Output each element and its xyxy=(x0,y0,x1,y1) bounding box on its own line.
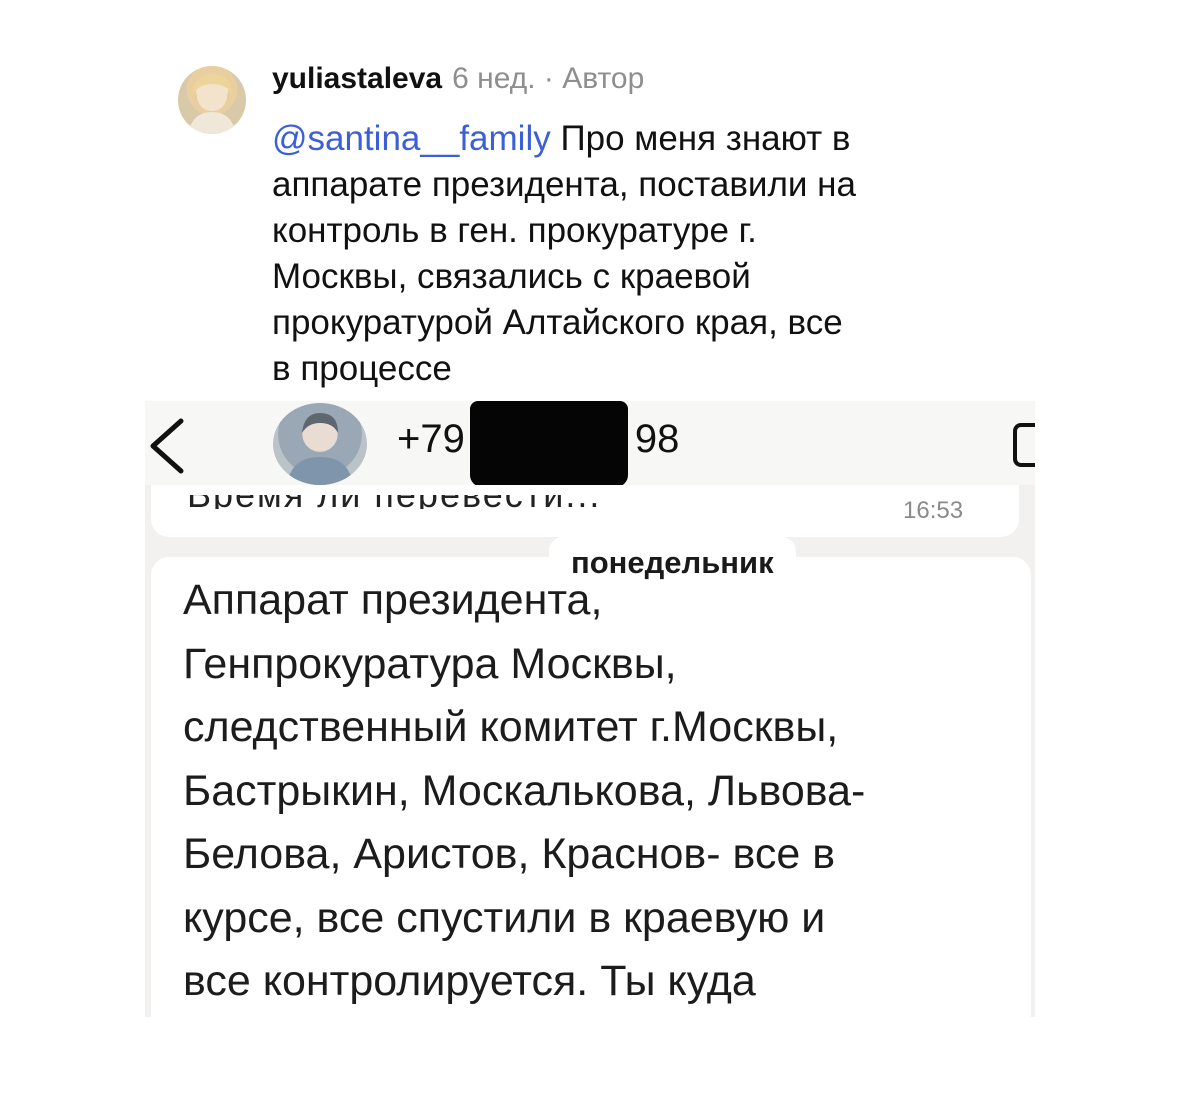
message-text: Аппарат президента, Генпрокуратура Москв… xyxy=(183,569,1023,1014)
previous-message-bubble xyxy=(151,485,1019,537)
chat-screenshot: +7998 Время ли перевести... 16:53 понеде… xyxy=(145,401,1035,1017)
previous-message-text: Время ли перевести... xyxy=(187,495,717,509)
comment-line: аппарате президента, поставили на xyxy=(272,165,856,204)
message-line: Белова, Аристов, Краснов- все в xyxy=(183,830,836,878)
comment-meta: 6 нед. · Автор xyxy=(452,62,645,95)
message-line: Аппарат президента, xyxy=(183,576,603,624)
comment-text: @santina__family Про меня знают в аппара… xyxy=(272,116,1012,392)
comment-line: в процессе xyxy=(272,349,452,388)
chevron-left-icon[interactable] xyxy=(145,413,189,479)
comment-header: yuliastaleva 6 нед. · Автор xyxy=(272,62,644,106)
comment-line: @santina__family Про меня знают в xyxy=(272,116,1012,162)
message-line: Бастрыкин, Москалькова, Львова- xyxy=(183,766,866,815)
comment-line-text: Про меня знают в xyxy=(550,119,851,158)
comment-line: контроль в ген. прокуратуре г. xyxy=(272,211,757,250)
commenter-avatar[interactable] xyxy=(178,66,246,134)
message-line: следственный комитет г.Москвы, xyxy=(183,703,839,751)
chat-header: +79 98 xyxy=(145,401,1035,487)
comment-mention[interactable]: @santina__family xyxy=(272,119,551,158)
video-call-icon[interactable] xyxy=(1013,423,1035,467)
previous-message-time: 16:53 xyxy=(903,497,964,524)
redaction-block xyxy=(470,401,628,487)
comment-line: Москвы, связались с краевой xyxy=(272,257,751,296)
chat-contact-avatar[interactable] xyxy=(273,403,367,485)
instagram-comment: yuliastaleva 6 нед. · Автор @santina__fa… xyxy=(0,0,1179,400)
message-line: все контролируется. Ты куда xyxy=(183,957,756,1005)
phone-visible-end: 98 xyxy=(634,417,680,461)
comment-username[interactable]: yuliastaleva xyxy=(272,62,442,96)
comment-line: прокуратурой Алтайского края, все xyxy=(272,303,843,342)
message-line: курсе, все спустили в краевую и xyxy=(183,893,826,942)
phone-visible-start: +79 xyxy=(397,417,465,461)
message-line: Генпрокуратура Москвы, xyxy=(183,639,677,688)
